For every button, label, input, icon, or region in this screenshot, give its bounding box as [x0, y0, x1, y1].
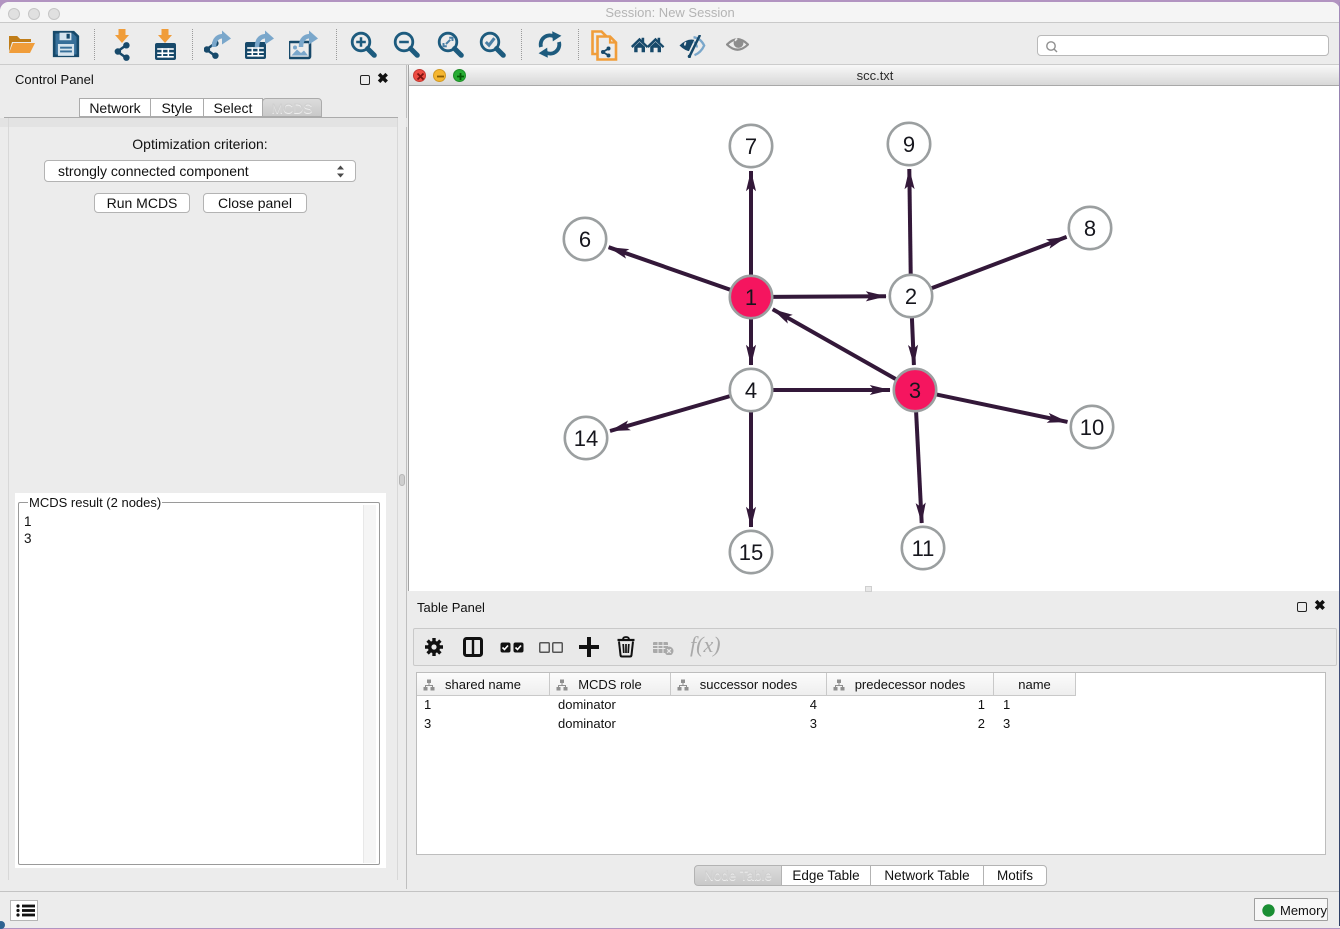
svg-text:3: 3	[909, 378, 921, 403]
svg-text:4: 4	[745, 378, 757, 403]
svg-text:1: 1	[745, 285, 757, 310]
svg-text:7: 7	[745, 134, 757, 159]
svg-text:6: 6	[579, 227, 591, 252]
svg-text:10: 10	[1080, 415, 1104, 440]
svg-text:8: 8	[1084, 216, 1096, 241]
svg-text:15: 15	[739, 540, 763, 565]
svg-text:14: 14	[574, 426, 598, 451]
svg-text:11: 11	[912, 536, 935, 561]
svg-text:9: 9	[903, 132, 915, 157]
svg-text:2: 2	[905, 284, 917, 309]
